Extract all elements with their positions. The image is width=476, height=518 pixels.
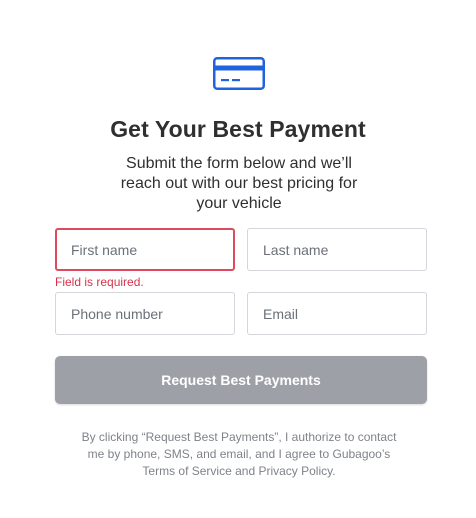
last-name-field[interactable] [247,228,427,271]
request-best-payments-button[interactable]: Request Best Payments [55,356,427,404]
page-title: Get Your Best Payment [110,116,366,142]
page-subtitle: Submit the form below and we’ll reach ou… [120,155,358,212]
phone-number-field[interactable] [55,292,235,335]
payment-form-widget: Get Your Best Payment Submit the form be… [0,0,476,518]
email-field[interactable] [247,292,427,335]
first-name-field[interactable] [55,228,235,271]
consent-disclaimer: By clicking “Request Best Payments”, I a… [81,430,397,478]
credit-card-icon [213,57,265,90]
first-name-error-message: Field is required. [55,275,144,289]
